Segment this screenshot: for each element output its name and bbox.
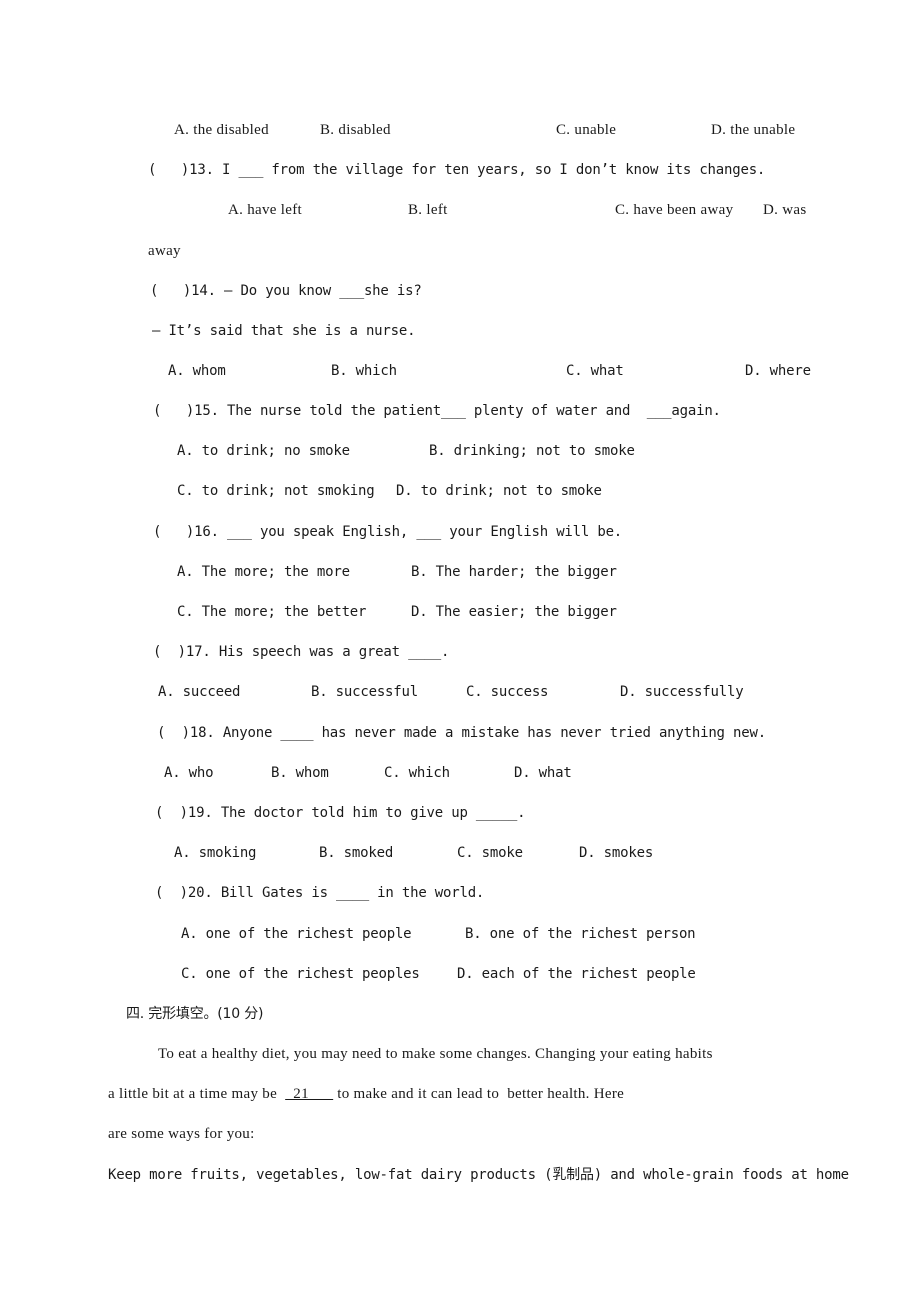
q15-option-c: C. to drink; not smoking — [177, 483, 375, 499]
q16-option-d: D. The easier; the bigger — [411, 604, 617, 620]
q16-option-a: A. The more; the more — [177, 564, 350, 580]
q12-option-a: A. the disabled — [174, 122, 269, 138]
q17-option-c: C. success — [466, 684, 549, 700]
q16-option-b: B. The harder; the bigger — [411, 564, 617, 580]
q14-stem: ( )14. — Do you know ___she is? — [150, 283, 422, 299]
q15-option-b: B. drinking; not to smoke — [429, 443, 635, 459]
q17-option-b: B. successful — [311, 684, 418, 700]
q18-stem: ( )18. Anyone ____ has never made a mist… — [157, 725, 766, 741]
q14-option-b: B. which — [331, 363, 397, 379]
q16-option-c: C. The more; the better — [177, 604, 367, 620]
q15-option-d: D. to drink; not to smoke — [396, 483, 602, 499]
q20-stem: ( )20. Bill Gates is ____ in the world. — [155, 885, 485, 901]
q19-stem: ( )19. The doctor told him to give up __… — [155, 805, 526, 821]
q20-option-a: A. one of the richest people — [181, 926, 412, 942]
q13-option-c: C. have been away — [615, 202, 734, 218]
q13-option-a: A. have left — [228, 202, 302, 218]
passage-line-4: Keep more fruits, vegetables, low-fat da… — [108, 1167, 849, 1183]
q13-option-d-wrap: away — [148, 243, 181, 259]
section-heading: 四. 完形填空。(10 分) — [126, 1006, 264, 1022]
q12-option-d: D. the unable — [711, 122, 796, 138]
q18-option-a: A. who — [164, 765, 214, 781]
q13-option-d: D. was — [763, 202, 807, 218]
q17-stem: ( )17. His speech was a great ____. — [153, 644, 450, 660]
q13-option-b: B. left — [408, 202, 448, 218]
q19-option-b: B. smoked — [319, 845, 394, 861]
q14-option-d: D. where — [745, 363, 811, 379]
q20-option-d: D. each of the richest people — [457, 966, 696, 982]
q14-option-c: C. what — [566, 363, 624, 379]
q19-option-a: A. smoking — [174, 845, 257, 861]
q13-stem: ( )13. I ___ from the village for ten ye… — [148, 162, 766, 178]
q20-option-b: B. one of the richest person — [465, 926, 696, 942]
q17-option-a: A. succeed — [158, 684, 241, 700]
q17-option-d: D. successfully — [620, 684, 744, 700]
passage-text: to make and it can lead to better health… — [333, 1086, 625, 1102]
q16-stem: ( )16. ___ you speak English, ___ your E… — [153, 524, 623, 540]
passage-line-2: a little bit at a time may be 21 to make… — [108, 1085, 624, 1103]
q14-option-a: A. whom — [168, 363, 226, 379]
q12-option-b: B. disabled — [320, 122, 391, 138]
q19-option-c: C. smoke — [457, 845, 523, 861]
q18-option-b: B. whom — [271, 765, 329, 781]
passage-line-1: To eat a healthy diet, you may need to m… — [158, 1046, 713, 1062]
blank-21[interactable]: 21 — [285, 1086, 333, 1102]
q18-option-c: C. which — [384, 765, 450, 781]
q19-option-d: D. smokes — [579, 845, 654, 861]
q18-option-d: D. what — [514, 765, 572, 781]
q20-option-c: C. one of the richest peoples — [181, 966, 420, 982]
q15-stem: ( )15. The nurse told the patient___ ple… — [153, 403, 721, 419]
q14-reply: — It’s said that she is a nurse. — [152, 323, 416, 339]
passage-text: a little bit at a time may be — [108, 1086, 286, 1102]
q12-option-c: C. unable — [556, 122, 617, 138]
q15-option-a: A. to drink; no smoke — [177, 443, 350, 459]
passage-line-3: are some ways for you: — [108, 1126, 255, 1142]
